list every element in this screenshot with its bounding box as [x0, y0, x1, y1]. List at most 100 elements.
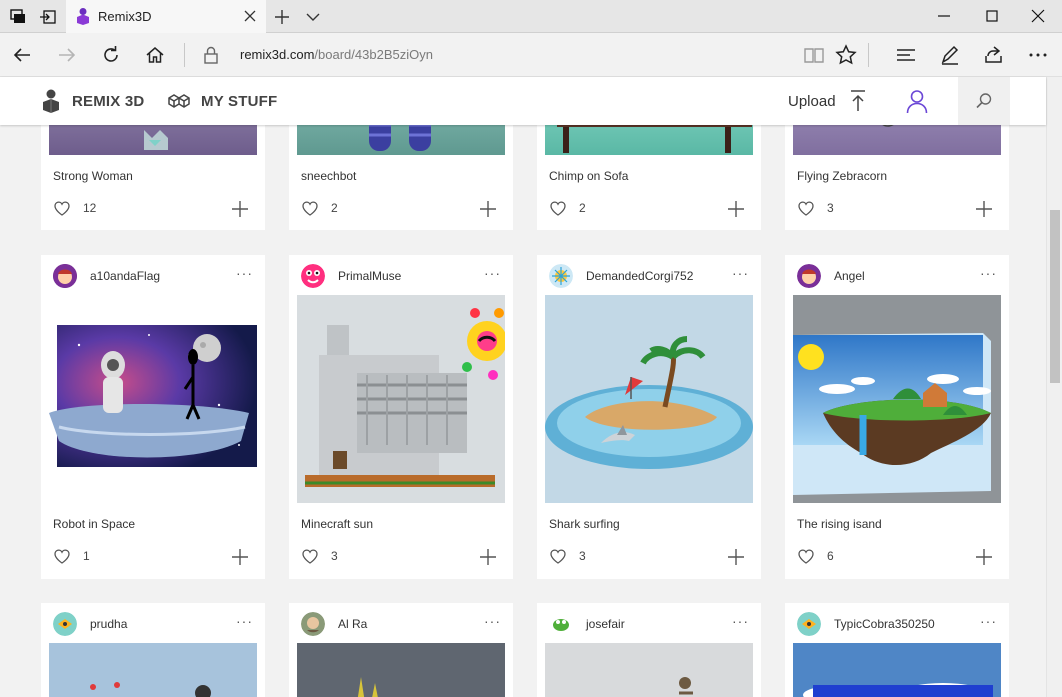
like-button[interactable]: 3: [301, 547, 338, 565]
more-options-icon[interactable]: [1026, 43, 1050, 67]
owner-name[interactable]: PrimalMuse: [338, 269, 401, 283]
model-card[interactable]: TypicCobra350250 ···: [785, 603, 1009, 697]
like-button[interactable]: 3: [549, 547, 586, 565]
like-button[interactable]: 2: [301, 199, 338, 217]
owner-name[interactable]: Al Ra: [338, 617, 367, 631]
model-title[interactable]: Strong Woman: [53, 169, 133, 183]
maximize-icon[interactable]: [982, 6, 1002, 26]
model-thumbnail[interactable]: [545, 125, 753, 155]
add-to-board-icon[interactable]: [975, 200, 993, 218]
avatar[interactable]: [797, 612, 821, 636]
close-window-icon[interactable]: [1028, 6, 1048, 26]
avatar[interactable]: [301, 612, 325, 636]
add-to-board-icon[interactable]: [727, 548, 745, 566]
model-card[interactable]: Chimp on Sofa 2: [537, 125, 761, 230]
model-card[interactable]: Al Ra ···: [289, 603, 513, 697]
model-title[interactable]: Robot in Space: [53, 517, 135, 531]
owner-name[interactable]: josefair: [586, 617, 625, 631]
like-button[interactable]: 6: [797, 547, 834, 565]
reading-view-icon[interactable]: [802, 43, 826, 67]
model-thumbnail[interactable]: [49, 125, 257, 155]
remix3d-home-link[interactable]: REMIX 3D: [42, 88, 144, 114]
more-options-icon[interactable]: ···: [980, 265, 997, 281]
owner-name[interactable]: TypicCobra350250: [834, 617, 935, 631]
model-title[interactable]: sneechbot: [301, 169, 356, 183]
web-note-pen-icon[interactable]: [938, 43, 962, 67]
avatar[interactable]: [549, 612, 573, 636]
chevron-down-icon[interactable]: [303, 7, 323, 27]
model-thumbnail[interactable]: [49, 643, 257, 697]
favorite-star-icon[interactable]: [834, 43, 858, 67]
new-tab-icon[interactable]: [272, 7, 292, 27]
model-thumbnail[interactable]: [297, 295, 505, 503]
model-thumbnail[interactable]: [793, 643, 1001, 697]
minimize-icon[interactable]: [934, 6, 954, 26]
avatar[interactable]: [53, 264, 77, 288]
model-card[interactable]: PrimalMuse ··· Minecraft sun 3: [289, 255, 513, 579]
scrollbar-thumb[interactable]: [1050, 210, 1060, 383]
more-options-icon[interactable]: ···: [980, 613, 997, 629]
more-options-icon[interactable]: ···: [236, 613, 253, 629]
avatar[interactable]: [301, 264, 325, 288]
model-thumbnail[interactable]: [793, 125, 1001, 155]
owner-name[interactable]: a10andaFlag: [90, 269, 160, 283]
model-card[interactable]: sneechbot 2: [289, 125, 513, 230]
add-to-board-icon[interactable]: [231, 548, 249, 566]
user-account-icon[interactable]: [904, 88, 930, 114]
upload-button[interactable]: Upload: [788, 89, 866, 113]
share-icon[interactable]: [982, 43, 1006, 67]
search-button[interactable]: [958, 77, 1010, 125]
add-to-board-icon[interactable]: [727, 200, 745, 218]
lock-icon[interactable]: [202, 45, 220, 65]
model-thumbnail[interactable]: [297, 643, 505, 697]
model-card[interactable]: Flying Zebracorn 3: [785, 125, 1009, 230]
tab-remix3d[interactable]: Remix3D: [66, 0, 266, 33]
model-card[interactable]: prudha ···: [41, 603, 265, 697]
add-to-board-icon[interactable]: [479, 548, 497, 566]
add-to-board-icon[interactable]: [479, 200, 497, 218]
forward-icon[interactable]: [55, 43, 79, 67]
model-title[interactable]: Chimp on Sofa: [549, 169, 628, 183]
more-options-icon[interactable]: ···: [732, 265, 749, 281]
page-scrollbar[interactable]: [1046, 77, 1062, 697]
more-options-icon[interactable]: ···: [484, 613, 501, 629]
refresh-icon[interactable]: [99, 43, 123, 67]
model-thumbnail[interactable]: [545, 295, 753, 503]
url-field[interactable]: remix3d.com/board/43b2B5ziOyn: [240, 47, 433, 62]
model-card[interactable]: Strong Woman 12: [41, 125, 265, 230]
avatar[interactable]: [549, 264, 573, 288]
model-card[interactable]: a10andaFlag ··· Robot in Space 1: [41, 255, 265, 579]
owner-name[interactable]: DemandedCorgi752: [586, 269, 693, 283]
close-tab-icon[interactable]: [242, 8, 258, 24]
model-card[interactable]: Angel ··· The rising isand 6: [785, 255, 1009, 579]
model-thumbnail[interactable]: [793, 295, 1001, 503]
my-stuff-link[interactable]: MY STUFF: [167, 88, 277, 114]
model-thumbnail[interactable]: [545, 643, 753, 697]
more-options-icon[interactable]: ···: [732, 613, 749, 629]
back-icon[interactable]: [10, 43, 34, 67]
like-button[interactable]: 1: [53, 547, 90, 565]
add-to-board-icon[interactable]: [975, 548, 993, 566]
avatar[interactable]: [797, 264, 821, 288]
more-options-icon[interactable]: ···: [484, 265, 501, 281]
avatar[interactable]: [53, 612, 77, 636]
owner-name[interactable]: Angel: [834, 269, 865, 283]
model-title[interactable]: The rising isand: [797, 517, 882, 531]
model-card[interactable]: josefair ···: [537, 603, 761, 697]
home-icon[interactable]: [143, 43, 167, 67]
set-aside-tabs-icon[interactable]: [38, 7, 58, 27]
model-thumbnail[interactable]: [297, 125, 505, 155]
like-button[interactable]: 2: [549, 199, 586, 217]
like-button[interactable]: 3: [797, 199, 834, 217]
owner-name[interactable]: prudha: [90, 617, 127, 631]
like-button[interactable]: 12: [53, 199, 96, 217]
more-options-icon[interactable]: ···: [236, 265, 253, 281]
model-card[interactable]: DemandedCorgi752 ··· Shark surfing 3: [537, 255, 761, 579]
model-title[interactable]: Shark surfing: [549, 517, 620, 531]
hub-icon[interactable]: [894, 43, 918, 67]
model-thumbnail[interactable]: [49, 295, 257, 503]
model-title[interactable]: Flying Zebracorn: [797, 169, 887, 183]
model-title[interactable]: Minecraft sun: [301, 517, 373, 531]
add-to-board-icon[interactable]: [231, 200, 249, 218]
tab-list-icon[interactable]: [8, 7, 28, 27]
